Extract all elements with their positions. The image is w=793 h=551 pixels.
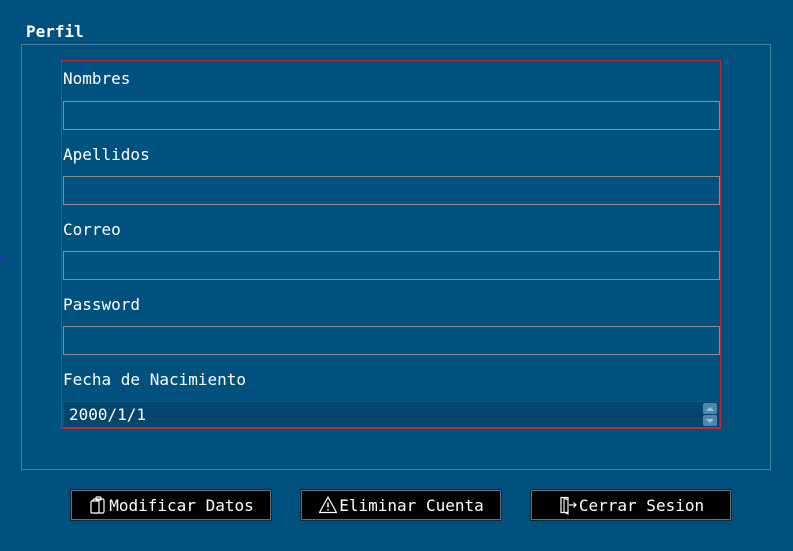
nombres-label: Nombres xyxy=(63,69,131,88)
logout-label: Cerrar Sesion xyxy=(578,495,705,515)
chevron-up-icon xyxy=(706,406,714,411)
clipboard-icon xyxy=(88,495,108,515)
spin-down-button[interactable] xyxy=(703,415,717,426)
delete-account-label: Eliminar Cuenta xyxy=(339,495,484,515)
modify-data-label: Modificar Datos xyxy=(109,495,254,515)
password-input[interactable] xyxy=(63,326,720,355)
birthdate-label: Fecha de Nacimiento xyxy=(63,370,247,389)
password-label: Password xyxy=(63,295,141,314)
birthdate-spinner[interactable] xyxy=(703,403,717,426)
apellidos-label: Apellidos xyxy=(63,145,150,164)
warning-icon xyxy=(318,495,338,515)
delete-account-button[interactable]: Eliminar Cuenta xyxy=(301,490,501,520)
logout-button[interactable]: Cerrar Sesion xyxy=(531,490,731,520)
spin-up-button[interactable] xyxy=(703,403,717,414)
nombres-input[interactable] xyxy=(63,101,720,130)
correo-label: Correo xyxy=(63,220,121,239)
chevron-down-icon xyxy=(706,418,714,423)
apellidos-input[interactable] xyxy=(63,176,720,205)
correo-input[interactable] xyxy=(63,251,720,280)
window-edge-marker xyxy=(0,255,2,259)
modify-data-button[interactable]: Modificar Datos xyxy=(71,490,271,520)
birthdate-date-input[interactable]: 2000/1/1 xyxy=(63,401,720,428)
profile-group-title: Perfil xyxy=(26,22,84,41)
birthdate-value: 2000/1/1 xyxy=(69,405,147,424)
logout-icon xyxy=(558,495,578,515)
